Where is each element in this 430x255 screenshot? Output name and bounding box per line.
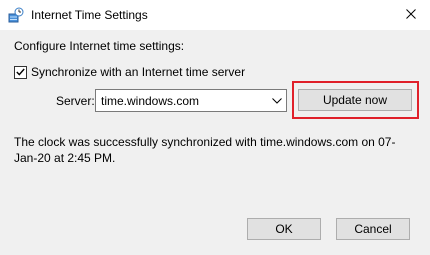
update-now-button[interactable]: Update now <box>298 89 412 111</box>
window-title: Internet Time Settings <box>31 8 148 22</box>
sync-status-text: The clock was successfully synchronized … <box>14 135 396 165</box>
close-button[interactable] <box>398 4 424 26</box>
server-value[interactable]: time.windows.com <box>96 94 268 108</box>
server-label: Server: <box>56 94 95 108</box>
sync-option: Synchronize with an Internet time server <box>14 65 245 79</box>
cancel-button[interactable]: Cancel <box>336 218 410 240</box>
section-heading: Configure Internet time settings: <box>14 39 185 53</box>
server-dropdown[interactable]: time.windows.com <box>95 89 287 112</box>
checkmark-icon <box>16 65 25 79</box>
internet-time-dialog: Internet Time Settings Configure Interne… <box>0 0 430 255</box>
sync-checkbox[interactable] <box>14 65 27 79</box>
title-bar: Internet Time Settings <box>0 0 430 30</box>
sync-label[interactable]: Synchronize with an Internet time server <box>31 65 245 79</box>
internet-time-icon <box>8 7 24 23</box>
chevron-down-icon[interactable] <box>268 90 286 111</box>
ok-button[interactable]: OK <box>247 218 321 240</box>
close-icon <box>406 8 416 22</box>
